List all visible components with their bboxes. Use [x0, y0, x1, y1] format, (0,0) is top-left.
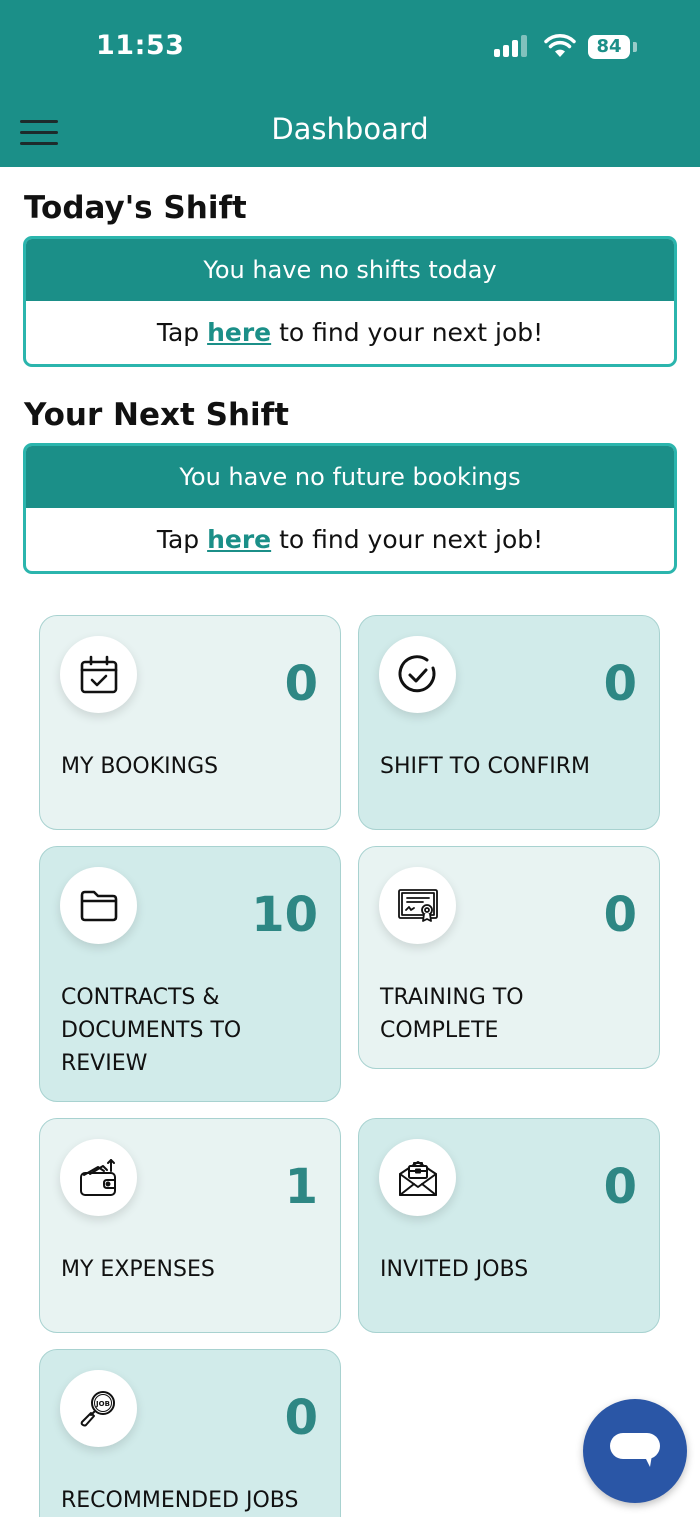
- cellular-signal-icon: [494, 35, 532, 57]
- tile-count: 0: [284, 656, 318, 712]
- tap-prefix: Tap: [156, 318, 208, 347]
- page-title: Dashboard: [271, 112, 429, 146]
- tile-my-bookings[interactable]: 0 MY BOOKINGS: [39, 615, 341, 830]
- battery-tip: [633, 42, 637, 52]
- find-job-link[interactable]: here: [207, 318, 271, 347]
- tile-icon-circle: [60, 1139, 137, 1216]
- find-job-link[interactable]: here: [207, 525, 271, 554]
- tile-training-to-complete[interactable]: 0 TRAINING TO COMPLETE: [358, 846, 660, 1069]
- chat-button[interactable]: [583, 1399, 687, 1503]
- app-header: 11:53 84 Dashboard: [0, 0, 700, 167]
- tile-invited-jobs[interactable]: 0 INVITED JOBS: [358, 1118, 660, 1333]
- svg-text:JOB: JOB: [95, 1400, 110, 1408]
- wifi-icon: [544, 34, 576, 57]
- next-shift-tap-row: Tap here to find your next job!: [26, 508, 674, 571]
- tile-icon-circle: [379, 867, 456, 944]
- next-shift-banner: You have no future bookings: [26, 446, 674, 508]
- tap-suffix: to find your next job!: [271, 318, 544, 347]
- wallet-icon: [80, 1159, 116, 1196]
- tile-count: 0: [603, 887, 637, 943]
- tap-prefix: Tap: [156, 525, 208, 554]
- next-shift-card: You have no future bookings Tap here to …: [23, 443, 677, 574]
- tile-label: SHIFT TO CONFIRM: [380, 754, 590, 779]
- folder-icon: [80, 890, 118, 922]
- tile-count: 1: [284, 1159, 318, 1215]
- tile-label: MY EXPENSES: [61, 1257, 215, 1282]
- next-shift-title: Your Next Shift: [24, 397, 289, 433]
- todays-shift-card: You have no shifts today Tap here to fin…: [23, 236, 677, 367]
- envelope-briefcase-icon: [399, 1161, 437, 1196]
- certificate-icon: [398, 889, 438, 922]
- tile-count: 0: [284, 1390, 318, 1446]
- circle-check-icon: [398, 655, 436, 693]
- chat-bubble-icon: [610, 1433, 660, 1467]
- todays-shift-title: Today's Shift: [24, 190, 247, 226]
- tile-icon-circle: JOB: [60, 1370, 137, 1447]
- tile-icon-circle: [60, 867, 137, 944]
- status-time: 11:53: [96, 30, 185, 61]
- tile-label: INVITED JOBS: [380, 1257, 529, 1282]
- tile-recommended-jobs[interactable]: JOB 0 RECOMMENDED JOBS: [39, 1349, 341, 1517]
- tile-label: CONTRACTS & DOCUMENTS TO REVIEW: [61, 985, 242, 1076]
- tap-suffix: to find your next job!: [271, 525, 544, 554]
- job-search-icon: JOB: [80, 1391, 115, 1427]
- tile-contracts-documents[interactable]: 10 CONTRACTS & DOCUMENTS TO REVIEW: [39, 846, 341, 1102]
- tile-label: MY BOOKINGS: [61, 754, 219, 779]
- status-icons: 84: [494, 32, 644, 62]
- todays-shift-tap-row: Tap here to find your next job!: [26, 301, 674, 364]
- tile-label: RECOMMENDED JOBS: [61, 1488, 299, 1513]
- tile-icon-circle: [60, 636, 137, 713]
- tile-count: 10: [251, 887, 318, 943]
- tile-shift-to-confirm[interactable]: 0 SHIFT TO CONFIRM: [358, 615, 660, 830]
- battery-indicator: 84: [588, 35, 630, 59]
- tile-count: 0: [603, 1159, 637, 1215]
- tile-count: 0: [603, 656, 637, 712]
- todays-shift-banner: You have no shifts today: [26, 239, 674, 301]
- tile-icon-circle: [379, 1139, 456, 1216]
- tile-my-expenses[interactable]: 1 MY EXPENSES: [39, 1118, 341, 1333]
- tile-icon-circle: [379, 636, 456, 713]
- calendar-check-icon: [80, 655, 118, 694]
- tile-label: TRAINING TO COMPLETE: [380, 985, 524, 1043]
